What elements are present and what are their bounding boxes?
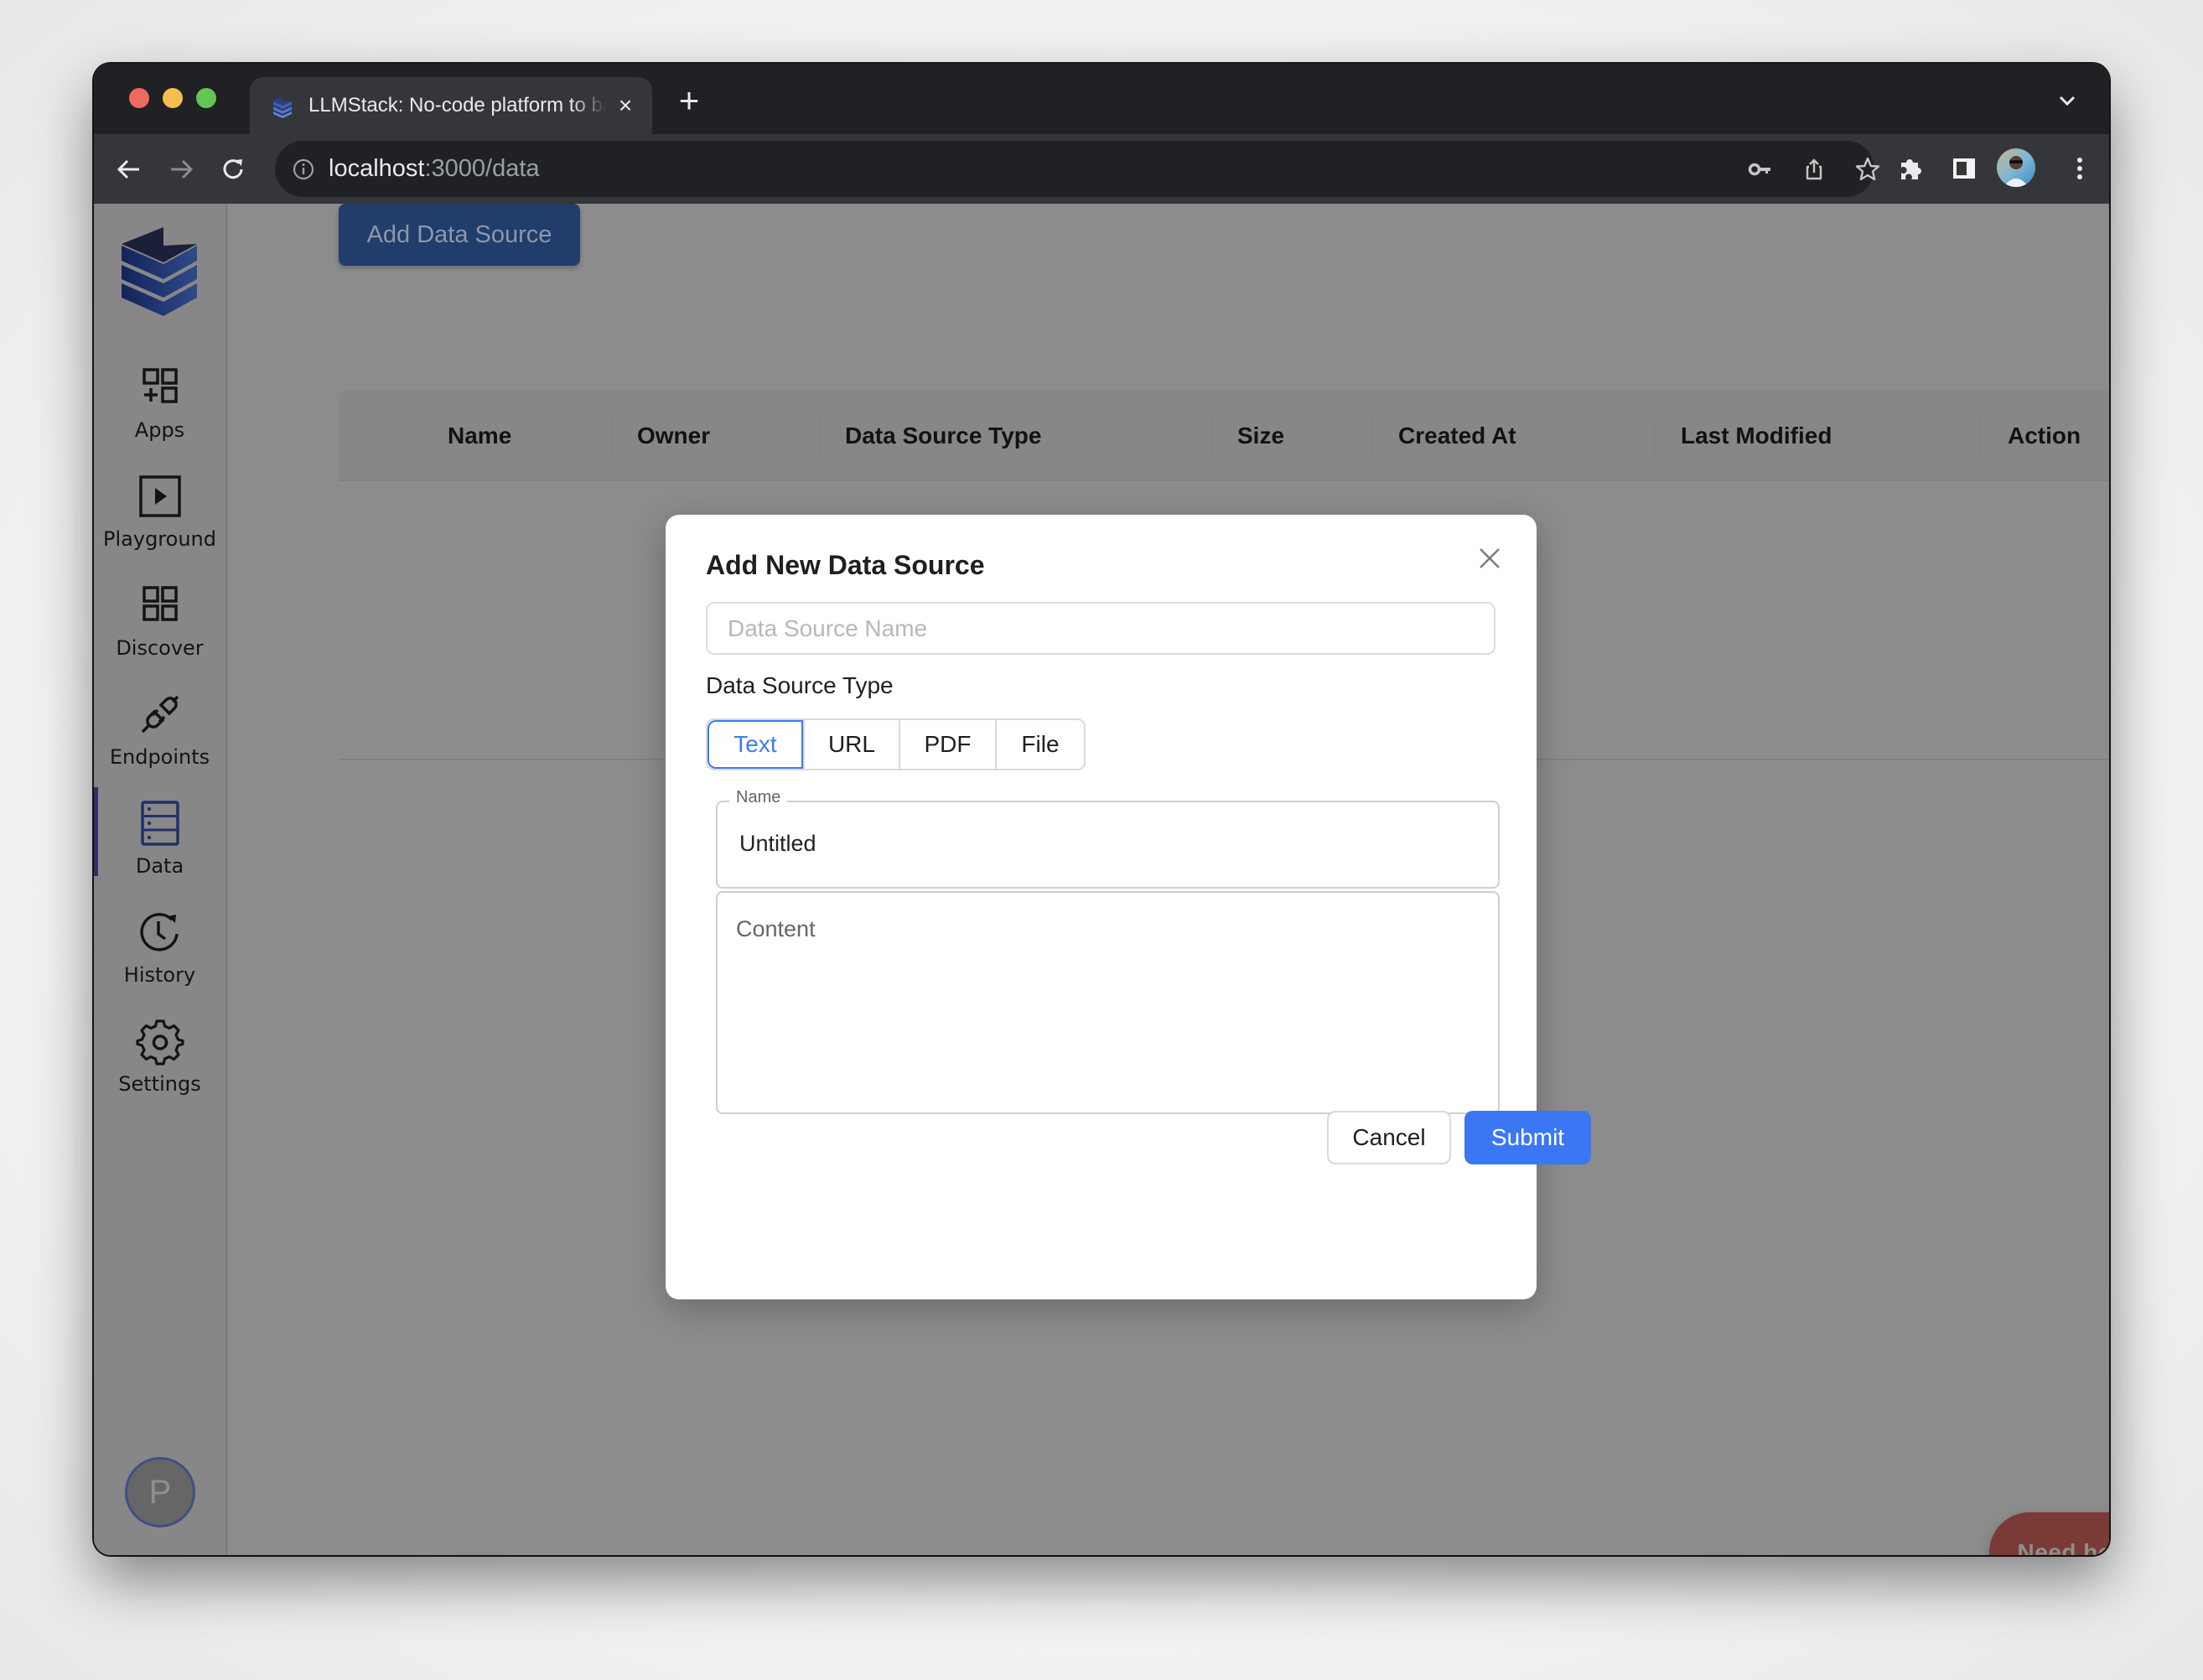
sidebar-item-history[interactable]: History xyxy=(94,908,225,1015)
close-icon[interactable] xyxy=(1476,545,1503,572)
modal-title: Add New Data Source xyxy=(706,550,985,580)
sidebar-label-data: Data xyxy=(135,854,184,878)
sidebar-label-playground: Playground xyxy=(103,527,216,551)
share-icon[interactable] xyxy=(1801,156,1827,183)
sidebar-item-apps[interactable]: Apps xyxy=(94,363,225,470)
sidebar-item-playground[interactable]: Playground xyxy=(94,472,225,579)
database-icon xyxy=(140,801,179,846)
page-content: Apps Playground Discover Endpoints Data … xyxy=(94,204,2109,1555)
sidebar-label-apps: Apps xyxy=(134,418,185,442)
tab-title: LLMStack: No-code platform to build gene… xyxy=(308,94,606,117)
chevron-down-icon[interactable] xyxy=(2055,89,2079,112)
name-field-input[interactable] xyxy=(739,831,1477,857)
bookmark-star-icon[interactable] xyxy=(1854,156,1881,183)
sidebar-label-endpoints: Endpoints xyxy=(109,745,210,769)
column-divider xyxy=(1211,418,1212,456)
forward-arrow-icon[interactable] xyxy=(164,153,198,186)
data-source-type-label: Data Source Type xyxy=(706,672,894,698)
window-minimize-button[interactable] xyxy=(163,88,183,108)
column-header-created-at[interactable]: Created At xyxy=(1398,390,1516,480)
column-divider xyxy=(1654,418,1655,456)
address-bar[interactable]: localhost:3000/data xyxy=(275,141,1880,197)
data-table-header: Name Owner Data Source Type Size Created… xyxy=(339,390,2109,481)
type-option-text[interactable]: Text xyxy=(708,720,803,769)
user-avatar[interactable]: P xyxy=(125,1457,195,1527)
browser-tab-active[interactable]: LLMStack: No-code platform to build gene… xyxy=(250,77,652,134)
url-path: :3000/data xyxy=(424,155,540,182)
plug-icon xyxy=(141,695,179,734)
sidebar-label-settings: Settings xyxy=(118,1072,201,1096)
column-header-owner[interactable]: Owner xyxy=(637,390,710,480)
type-option-file[interactable]: File xyxy=(994,720,1084,769)
type-option-url[interactable]: URL xyxy=(802,720,899,769)
extensions-puzzle-icon[interactable] xyxy=(1895,153,1926,184)
column-divider xyxy=(1372,418,1373,456)
column-header-name[interactable]: Name xyxy=(448,390,511,480)
profile-photo-icon xyxy=(2003,156,2029,187)
content-field xyxy=(716,891,1500,1114)
more-vertical-icon[interactable] xyxy=(2064,153,2096,184)
name-field-label: Name xyxy=(729,788,788,807)
sidebar-item-data[interactable]: Data xyxy=(94,787,225,906)
url-host: localhost xyxy=(329,155,425,182)
add-data-source-modal: Add New Data Source Data Source Type Tex… xyxy=(666,515,1591,1299)
key-icon[interactable] xyxy=(1747,156,1774,183)
column-header-last-modified[interactable]: Last Modified xyxy=(1681,390,1832,480)
browser-window: LLMStack: No-code platform to build gene… xyxy=(94,64,2109,1555)
column-header-size[interactable]: Size xyxy=(1237,390,1284,480)
sidebar: Apps Playground Discover Endpoints Data … xyxy=(94,204,227,1555)
apps-add-icon xyxy=(142,368,178,403)
column-header-data-source-type[interactable]: Data Source Type xyxy=(845,390,1041,480)
type-option-pdf[interactable]: PDF xyxy=(898,720,995,769)
window-zoom-button[interactable] xyxy=(196,88,216,108)
new-tab-button[interactable]: + xyxy=(672,83,706,119)
column-header-action[interactable]: Action xyxy=(2008,390,2081,480)
llmstack-favicon-icon xyxy=(273,96,292,118)
column-divider xyxy=(611,418,612,456)
tab-strip: LLMStack: No-code platform to build gene… xyxy=(94,64,2109,134)
window-close-button[interactable] xyxy=(129,88,149,108)
sidebar-item-settings[interactable]: Settings xyxy=(94,1017,225,1124)
llmstack-logo-icon[interactable] xyxy=(117,227,201,319)
data-source-name-input[interactable] xyxy=(706,602,1495,655)
need-help-button[interactable]: Need help? xyxy=(1989,1512,2109,1555)
column-divider xyxy=(1980,418,1981,456)
content-textarea[interactable] xyxy=(718,893,1498,1112)
browser-toolbar: localhost:3000/data xyxy=(94,134,2109,204)
grid-icon xyxy=(142,586,178,621)
side-panel-icon[interactable] xyxy=(1948,153,1980,184)
name-field: Name xyxy=(716,788,1500,889)
url-text[interactable]: localhost:3000/data xyxy=(329,155,540,183)
reload-icon[interactable] xyxy=(216,153,250,186)
sidebar-label-discover: Discover xyxy=(116,636,204,660)
tab-close-icon[interactable]: × xyxy=(612,92,639,119)
back-arrow-icon[interactable] xyxy=(112,153,146,186)
add-data-source-button[interactable]: Add Data Source xyxy=(339,204,580,266)
column-divider xyxy=(820,418,821,456)
data-source-type-selector: Text URL PDF File xyxy=(706,718,1086,770)
profile-avatar[interactable] xyxy=(1997,148,2035,187)
cancel-button[interactable]: Cancel xyxy=(1327,1111,1451,1164)
sidebar-item-discover[interactable]: Discover xyxy=(94,581,225,688)
submit-button[interactable]: Submit xyxy=(1464,1111,1591,1164)
sidebar-label-history: History xyxy=(123,963,196,987)
play-box-icon xyxy=(138,475,181,517)
sidebar-item-endpoints[interactable]: Endpoints xyxy=(94,690,225,797)
site-info-icon[interactable] xyxy=(292,158,315,181)
gear-icon xyxy=(135,1019,184,1066)
history-icon xyxy=(139,913,179,951)
